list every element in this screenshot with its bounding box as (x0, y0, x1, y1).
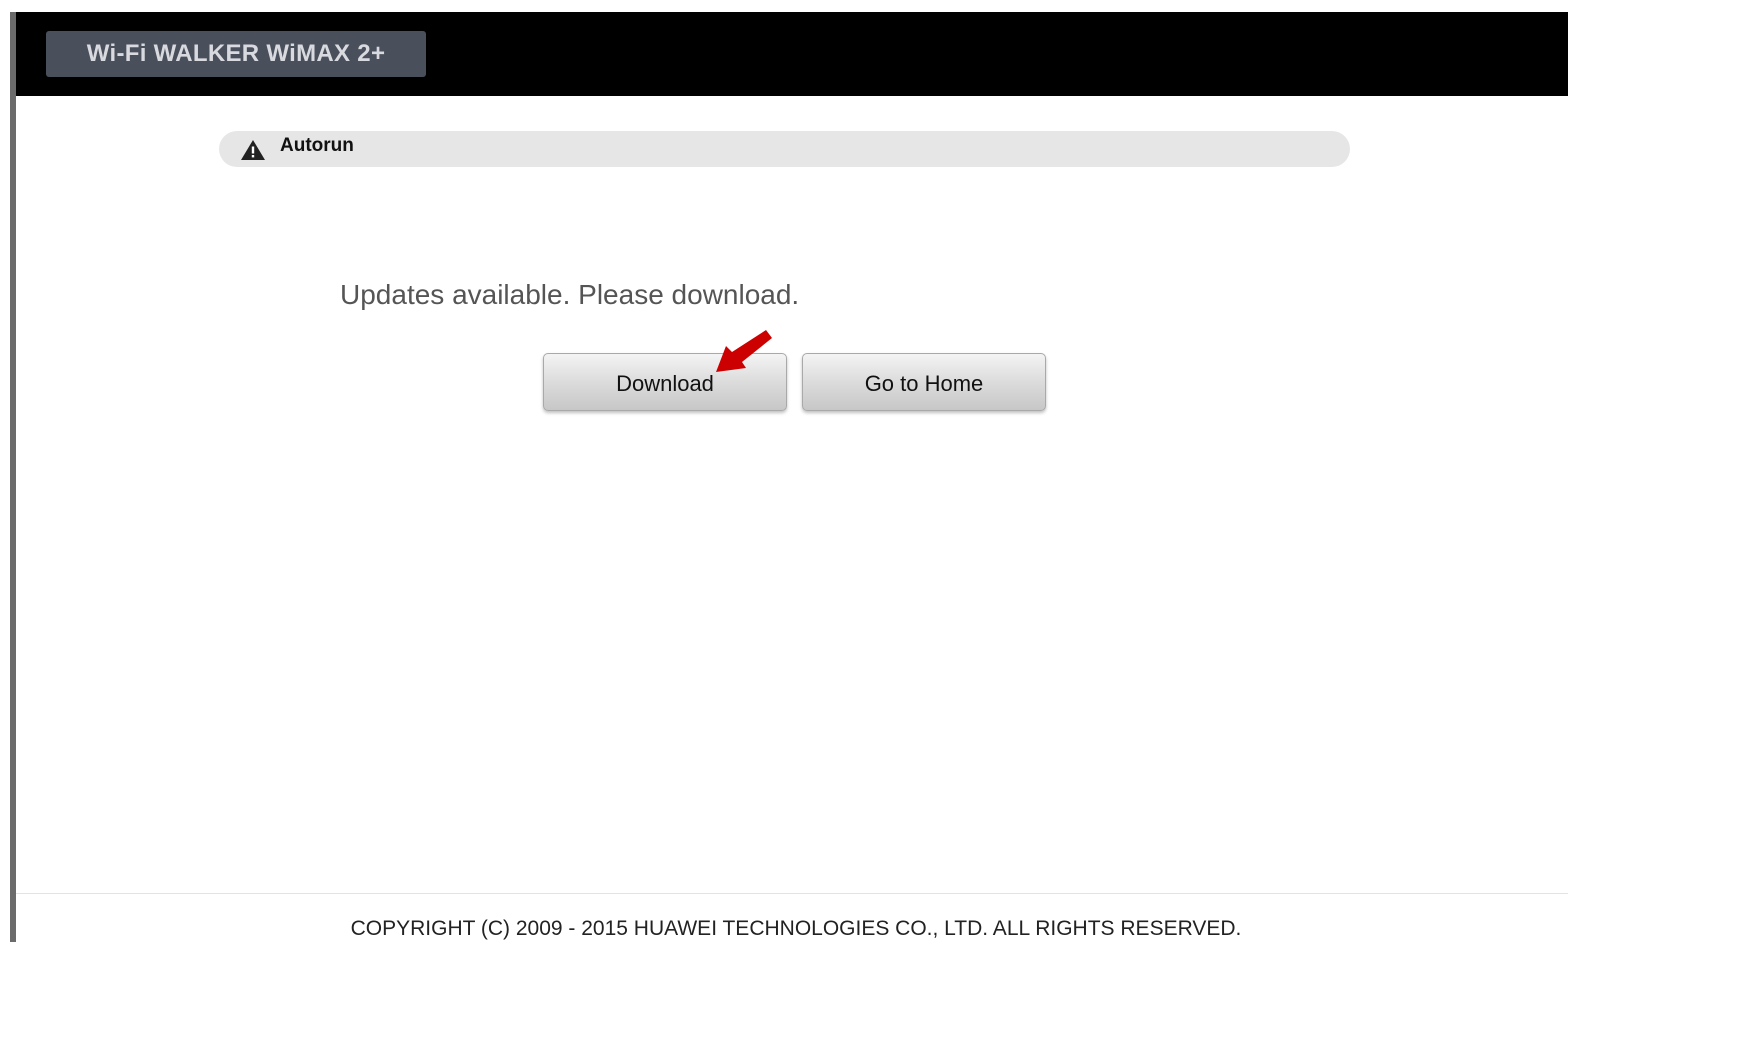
update-message: Updates available. Please download. (340, 279, 800, 310)
page: Wi-Fi WALKER WiMAX 2+ Autorun Updates av… (0, 0, 1568, 942)
copyright-text: COPYRIGHT (C) 2009 - 2015 HUAWEI TECHNOL… (350, 917, 1242, 940)
red-arrow-icon (716, 330, 772, 372)
go-to-home-button[interactable]: Go to Home (802, 353, 1046, 411)
top-strip (0, 0, 1568, 12)
left-border (10, 12, 16, 942)
footer-divider (16, 893, 1568, 894)
section-title: Autorun (280, 135, 354, 156)
brand-logo: Wi-Fi WALKER WiMAX 2+ (46, 31, 426, 77)
section-header-bar (219, 131, 1350, 167)
warning-icon (241, 140, 265, 160)
header-bar: Wi-Fi WALKER WiMAX 2+ (16, 12, 1568, 96)
